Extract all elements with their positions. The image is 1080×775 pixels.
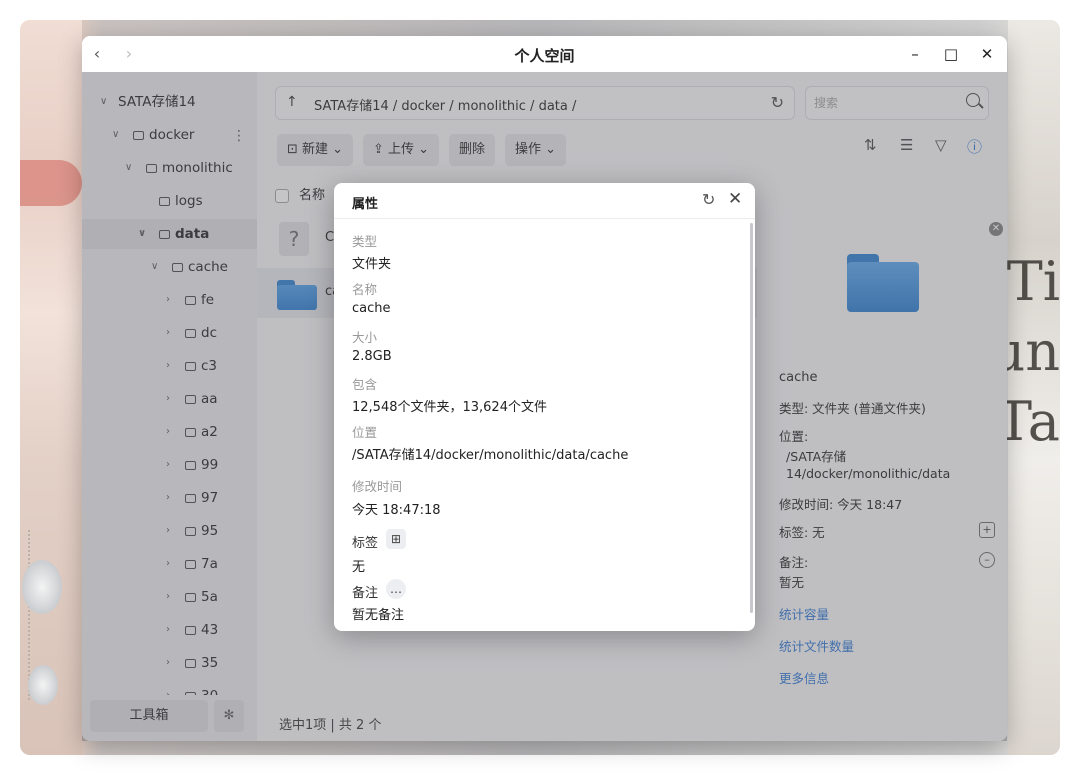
wallpaper-right: Ti un Ta [990, 20, 1060, 755]
wallpaper-lips [20, 160, 82, 206]
window-title: 个人空间 [514, 47, 575, 65]
prop-location-value: /SATA存储14/docker/monolithic/data/cache [352, 448, 629, 463]
properties-dialog: 属性 ↻ ✕ 类型 文件夹 名称 cache 大小 2.8GB 包含 12,54… [334, 183, 755, 631]
prop-notes-label: 备注 [352, 586, 379, 601]
wallpaper-text-1: Ti [1006, 250, 1060, 313]
prop-modified-value: 今天 18:47:18 [352, 503, 441, 518]
prop-name-value: cache [352, 301, 391, 316]
close-icon[interactable]: ✕ [728, 189, 742, 209]
titlebar: ‹ › 个人空间 – □ ✕ [82, 36, 1007, 72]
close-window-button[interactable]: ✕ [976, 43, 998, 65]
wallpaper-gem [22, 560, 62, 614]
dialog-scrollbar[interactable] [750, 223, 753, 613]
dialog-body: 类型 文件夹 名称 cache 大小 2.8GB 包含 12,548个文件夹，1… [334, 219, 755, 631]
prop-modified-label: 修改时间 [352, 479, 403, 494]
dialog-header: 属性 ↻ ✕ [334, 183, 755, 219]
prop-contains-value: 12,548个文件夹，13,624个文件 [352, 400, 547, 415]
refresh-icon[interactable]: ↻ [702, 190, 715, 209]
minimize-button[interactable]: – [904, 43, 926, 65]
prop-location-label: 位置 [352, 425, 378, 440]
prop-size-label: 大小 [352, 330, 378, 345]
note-icon[interactable]: … [386, 579, 406, 599]
prop-type-value: 文件夹 [352, 257, 392, 272]
prop-tags-label: 标签 [352, 536, 379, 551]
prop-name-label: 名称 [352, 282, 378, 297]
prop-contains-label: 包含 [352, 377, 378, 392]
wallpaper-gem-small [28, 665, 58, 705]
prop-notes-value: 暂无备注 [352, 608, 405, 623]
dialog-title: 属性 [352, 197, 379, 212]
prop-size-value: 2.8GB [352, 349, 392, 364]
prop-type-label: 类型 [352, 234, 378, 249]
add-tag-icon[interactable]: ⊞ [386, 529, 406, 549]
prop-tags-value: 无 [352, 560, 366, 575]
maximize-button[interactable]: □ [940, 43, 962, 65]
